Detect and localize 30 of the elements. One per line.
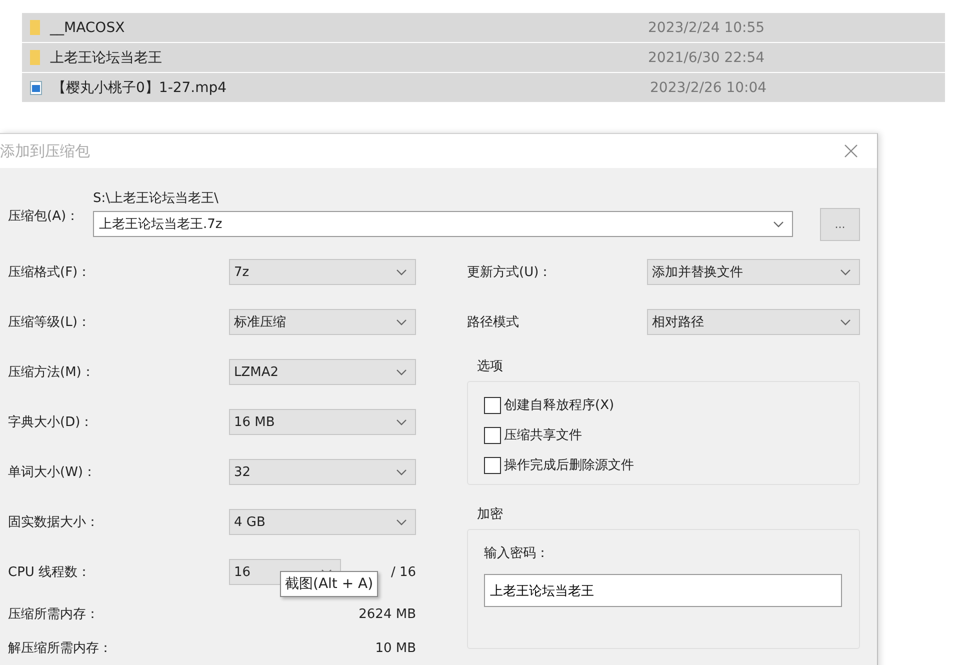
file-name: __MACOSX: [50, 20, 126, 36]
checkbox-label: 创建自释放程序(X): [504, 397, 614, 414]
memory-value: 2624 MB: [358, 606, 416, 622]
group-title: 选项: [477, 358, 504, 375]
field-label: 压缩等级(L)：: [8, 314, 92, 331]
field-label: 压缩包(A)：: [8, 208, 80, 225]
field-label: 压缩方法(M)：: [8, 364, 96, 381]
tooltip: 截图(Alt + A): [280, 571, 378, 597]
field-label: 字典大小(D)：: [8, 414, 94, 431]
file-date: 2021/6/30 22:54: [648, 50, 765, 66]
field-label: 解压缩所需内存：: [8, 640, 113, 657]
field-label: 单词大小(W)：: [8, 464, 97, 481]
field-label: 压缩格式(F)：: [8, 264, 92, 281]
field-label: 更新方式(U)：: [467, 264, 553, 281]
field-label: 输入密码：: [484, 545, 550, 562]
file-name: 上老王论坛当老王: [50, 48, 163, 66]
field-label: 压缩所需内存：: [8, 606, 100, 623]
thread-total: / 16: [390, 564, 416, 580]
memory-value: 10 MB: [375, 640, 416, 656]
group-title: 加密: [477, 506, 504, 523]
field-label: 路径模式: [467, 314, 520, 331]
file-name: 【樱丸小桃子0】1-27.mp4: [52, 78, 228, 96]
file-date: 2023/2/26 10:04: [650, 80, 767, 96]
file-date: 2023/2/24 10:55: [648, 20, 765, 36]
window-title: 添加到压缩包: [0, 142, 90, 160]
checkbox-label: 压缩共享文件: [504, 427, 582, 444]
archive-path: S:\上老王论坛当老王\: [93, 190, 220, 207]
field-label: CPU 线程数：: [8, 564, 92, 581]
field-label: 固实数据大小：: [8, 514, 100, 531]
checkbox-label: 操作完成后删除源文件: [504, 457, 634, 474]
